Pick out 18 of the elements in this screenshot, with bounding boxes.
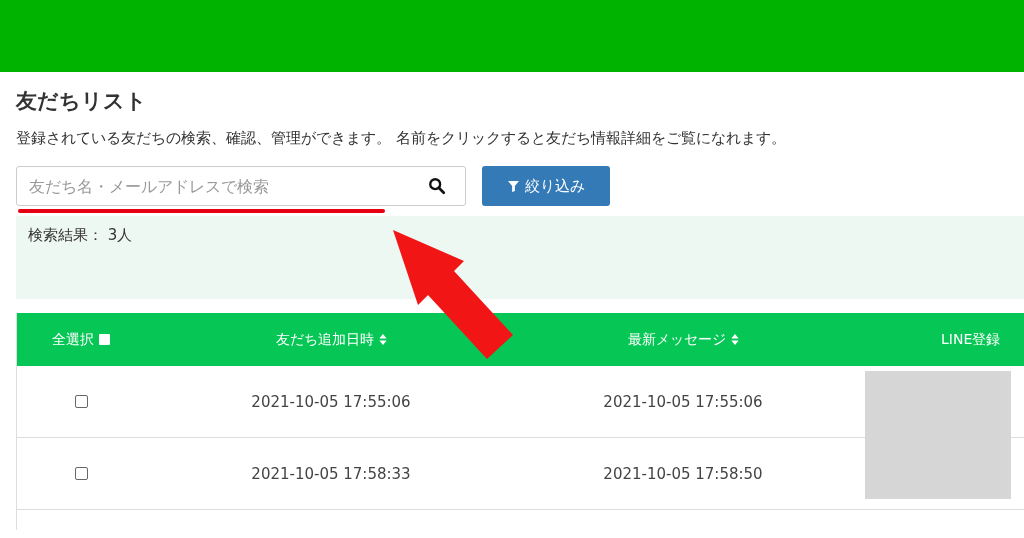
search-icon[interactable] — [428, 177, 446, 195]
results-count: 検索結果： 3人 — [28, 226, 133, 244]
filter-button[interactable]: 絞り込み — [482, 166, 610, 206]
column-header[interactable]: LINE登録 — [941, 330, 1001, 349]
column-header[interactable]: 最新メッセージ — [627, 330, 726, 349]
select-all-label: 全選択 — [52, 330, 94, 349]
table-cell: 2021-10-05 17:58:50 — [603, 464, 763, 483]
filter-icon — [507, 180, 519, 192]
table-cell: 2021-10-05 17:55:06 — [251, 392, 411, 411]
table-cell: 2021-10-05 17:58:33 — [251, 464, 411, 483]
select-all-checkbox[interactable] — [99, 334, 110, 345]
search-field[interactable]: 友だち名・メールアドレスで検索 — [16, 166, 466, 206]
column-header[interactable]: 友だち追加日時 — [275, 330, 374, 349]
row-checkbox[interactable] — [74, 467, 88, 480]
row-checkbox[interactable] — [74, 395, 88, 408]
table-cell: 2021-10-05 17:55:06 — [603, 392, 763, 411]
page-title: 友だちリスト — [16, 88, 148, 115]
page-description: 登録されている友だちの検索、確認、管理ができます。 名前をクリックすると友だち情報詳細をご覧になれます。 — [16, 128, 787, 149]
